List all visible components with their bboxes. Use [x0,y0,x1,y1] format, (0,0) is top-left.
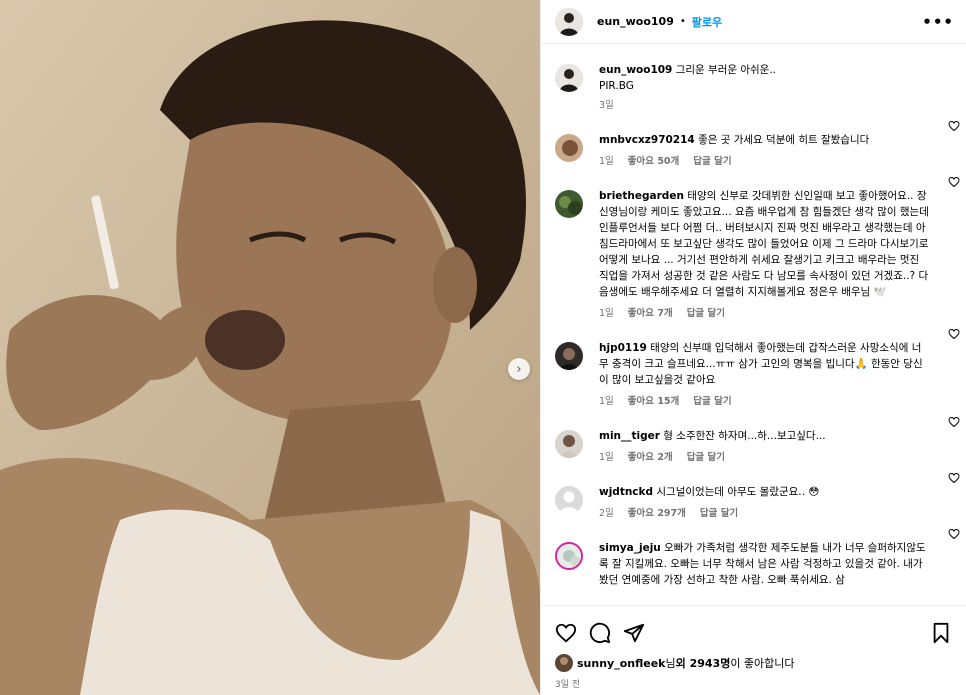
comment-item: hjp0119 태양의 신부때 입덕해서 좋아했는데 갑작스러운 사망소식에 너… [541,322,966,410]
chevron-right-icon: › [516,361,522,377]
post-panel: eun_woo109 • 팔로우 ••• eun_woo109 그리운 부러운 … [540,0,966,695]
author-avatar[interactable] [555,64,583,92]
heart-icon[interactable] [948,176,960,188]
comment-item: mnbvcxz970214 좋은 곳 가세요 덕분에 히트 잘봤습니다 1일 좋… [541,114,966,170]
bookmark-icon[interactable] [930,622,952,644]
comment-likes[interactable]: 좋아요 297개 [628,506,686,522]
more-horizontal-icon[interactable]: ••• [922,13,954,31]
comment-text: 시그널이었는데 아무도 몰랐군요.. 😳 [656,486,820,498]
heart-icon[interactable] [948,416,960,428]
comment-time: 1일 [599,396,614,407]
heart-icon[interactable] [948,472,960,484]
share-icon[interactable] [623,622,645,644]
reply-button[interactable]: 답글 달기 [693,394,731,410]
commenter-avatar[interactable] [555,190,583,218]
post-footer: sunny_onfleek 님 외 2943명 이 좋아합니다 3일 전 [541,605,966,695]
likes-text-1: 님 [665,657,676,670]
post-header: eun_woo109 • 팔로우 ••• [541,0,966,44]
comment-item: simya_jeju 오빠가 가족처럼 생각한 제주도분들 내가 너무 슬퍼하지… [541,522,966,588]
comment-text: 형 소주한잔 하자며...하...보고싶다... [663,430,826,442]
comment-time: 2일 [599,508,614,519]
liker-username[interactable]: sunny_onfleek [577,657,666,670]
caption-time: 3일 [599,100,614,111]
commenter-avatar[interactable] [555,542,583,570]
likes-text-2: 이 좋아합니다 [730,657,795,670]
commenter-avatar[interactable] [555,486,583,514]
comment-username[interactable]: simya_jeju [599,542,661,554]
comment-item: min__tiger 형 소주한잔 하자며...하...보고싶다... 1일 좋… [541,410,966,466]
comment-text: 좋은 곳 가세요 덕분에 히트 잘봤습니다 [698,134,870,146]
comment-icon[interactable] [589,622,611,644]
comment-time: 1일 [599,452,614,463]
author-avatar[interactable] [555,7,583,36]
reply-button[interactable]: 답글 달기 [687,450,725,466]
comment-time: 1일 [599,156,614,167]
heart-icon[interactable] [948,528,960,540]
caption: eun_woo109 그리운 부러운 아쉬운.. PIR.BG 3일 [541,45,966,114]
comment-item: wjdtnckd 시그널이었는데 아무도 몰랐군요.. 😳 2일 좋아요 297… [541,466,966,522]
heart-icon[interactable] [555,622,577,644]
caption-line2: PIR.BG [599,80,634,92]
commenter-avatar[interactable] [555,430,583,458]
caption-text: 그리운 부러운 아쉬운.. [675,64,777,76]
follow-button[interactable]: 팔로우 [692,14,722,30]
comment-text: 태양의 신부로 갓데뷔한 신인일때 보고 좋아했어요.. 장신영님이랑 케미도 … [599,190,929,298]
comment-likes[interactable]: 좋아요 15개 [628,394,680,410]
liker-avatar[interactable] [555,654,573,672]
caption-username[interactable]: eun_woo109 [599,64,672,76]
action-bar [541,606,966,648]
commenter-avatar[interactable] [555,342,583,370]
heart-icon[interactable] [948,120,960,132]
separator-dot: • [679,16,686,27]
author-username[interactable]: eun_woo109 [597,15,674,28]
reply-button[interactable]: 답글 달기 [687,306,725,322]
comment-likes[interactable]: 좋아요 50개 [628,154,680,170]
post-photo [0,0,540,695]
comments-scroll[interactable]: eun_woo109 그리운 부러운 아쉬운.. PIR.BG 3일 mnbvc… [541,45,966,605]
comment-username[interactable]: min__tiger [599,430,660,442]
heart-icon[interactable] [948,328,960,340]
reply-button[interactable]: 답글 달기 [693,154,731,170]
commenter-avatar[interactable] [555,134,583,162]
comment-username[interactable]: mnbvcxz970214 [599,134,695,146]
posted-time: 3일 전 [555,680,581,690]
comment-item: briethegarden 태양의 신부로 갓데뷔한 신인일때 보고 좋아했어요… [541,170,966,322]
comment-likes[interactable]: 좋아요 2개 [628,450,673,466]
post-media: › [0,0,540,695]
next-media-button[interactable]: › [508,358,530,380]
comment-username[interactable]: hjp0119 [599,342,647,354]
likes-others[interactable]: 외 2943명 [676,655,731,671]
comment-username[interactable]: wjdtnckd [599,486,653,498]
comment-time: 1일 [599,308,614,319]
reply-button[interactable]: 답글 달기 [700,506,738,522]
comment-likes[interactable]: 좋아요 7개 [628,306,673,322]
comment-username[interactable]: briethegarden [599,190,684,202]
likes-summary: sunny_onfleek 님 외 2943명 이 좋아합니다 [541,648,966,672]
comment-text: 태양의 신부때 입덕해서 좋아했는데 갑작스러운 사망소식에 너무 충격이 크고… [599,342,923,386]
